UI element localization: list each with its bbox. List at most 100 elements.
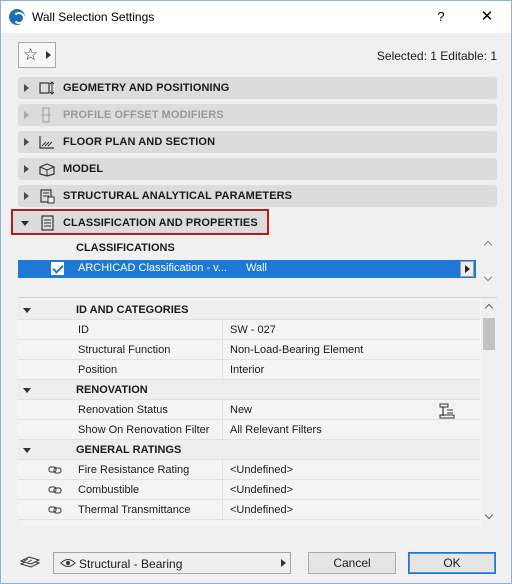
- section-label: FLOOR PLAN AND SECTION: [63, 136, 216, 148]
- link-icon: [48, 466, 62, 474]
- property-value[interactable]: Non-Load-Bearing Element: [230, 344, 363, 356]
- column-separator: [222, 340, 223, 360]
- cancel-button[interactable]: Cancel: [308, 552, 396, 574]
- favorites-button[interactable]: ☆: [18, 42, 56, 68]
- geometry-icon: [39, 81, 55, 95]
- section-profile-offset-modifiers[interactable]: PROFILE OFFSET MODIFIERS: [18, 104, 497, 126]
- property-row[interactable]: Thermal Transmittance <Undefined>: [18, 500, 480, 520]
- classifications-scrollbar[interactable]: [482, 240, 494, 284]
- classification-icon: [41, 215, 54, 231]
- column-separator: [222, 460, 223, 480]
- profile-offset-icon: [41, 107, 51, 123]
- link-icon: [48, 486, 62, 494]
- section-label: GEOMETRY AND POSITIONING: [63, 82, 230, 94]
- section-structural-analytical-parameters[interactable]: STRUCTURAL ANALYTICAL PARAMETERS: [18, 185, 497, 207]
- group-label: GENERAL RATINGS: [76, 444, 182, 456]
- chevron-right-icon: [24, 165, 29, 173]
- star-icon: ☆: [23, 45, 39, 64]
- chevron-right-icon: [24, 111, 29, 119]
- property-name: ID: [78, 324, 89, 336]
- column-separator: [222, 500, 223, 520]
- property-name: Structural Function: [78, 344, 171, 356]
- property-row[interactable]: Renovation Status New: [18, 400, 480, 420]
- chevron-right-icon: [24, 192, 29, 200]
- section-label: CLASSIFICATION AND PROPERTIES: [63, 217, 258, 229]
- section-floor-plan-and-section[interactable]: FLOOR PLAN AND SECTION: [18, 131, 497, 153]
- section-label: STRUCTURAL ANALYTICAL PARAMETERS: [63, 190, 293, 202]
- selection-count: Selected: 1 Editable: 1: [376, 49, 497, 63]
- property-name: Combustible: [78, 484, 140, 496]
- chevron-down-icon: [23, 448, 31, 453]
- property-value[interactable]: New: [230, 404, 252, 416]
- eye-icon: [60, 559, 76, 567]
- section-classification-and-properties[interactable]: CLASSIFICATION AND PROPERTIES: [11, 209, 269, 235]
- section-label: PROFILE OFFSET MODIFIERS: [63, 109, 224, 121]
- column-separator: [222, 480, 223, 500]
- chevron-down-icon: [23, 388, 31, 393]
- properties-scrollbar[interactable]: [481, 298, 497, 527]
- renovation-tool-icon[interactable]: [438, 403, 456, 419]
- group-label: RENOVATION: [76, 384, 148, 396]
- property-row[interactable]: ID SW - 027: [18, 320, 480, 340]
- classification-value: Wall: [246, 262, 267, 274]
- chevron-right-icon: [24, 84, 29, 92]
- group-general-ratings[interactable]: GENERAL RATINGS: [18, 440, 480, 460]
- classification-checkbox[interactable]: [51, 262, 64, 275]
- archicad-app-icon: [9, 9, 25, 25]
- close-button[interactable]: ✕: [475, 6, 499, 28]
- property-value[interactable]: All Relevant Filters: [230, 424, 322, 436]
- property-row[interactable]: Show On Renovation Filter All Relevant F…: [18, 420, 480, 440]
- dialog-footer: Structural - Bearing Cancel OK: [1, 541, 511, 584]
- classification-row[interactable]: ARCHICAD Classification - v... Wall: [18, 260, 476, 278]
- property-value[interactable]: <Undefined>: [230, 464, 293, 476]
- classification-system: ARCHICAD Classification - v...: [78, 262, 227, 274]
- section-geometry-and-positioning[interactable]: GEOMETRY AND POSITIONING: [18, 77, 497, 99]
- layer-icon: [19, 556, 41, 568]
- classifications-panel: CLASSIFICATIONS ARCHICAD Classification …: [18, 238, 497, 286]
- section-model[interactable]: MODEL: [18, 158, 497, 180]
- chevron-down-icon[interactable]: [483, 272, 493, 282]
- column-separator: [222, 420, 223, 440]
- window-title: Wall Selection Settings: [32, 10, 155, 24]
- property-name: Fire Resistance Rating: [78, 464, 190, 476]
- dialog-window: Wall Selection Settings ? ✕ ☆ Selected: …: [0, 0, 512, 584]
- property-name: Renovation Status: [78, 404, 168, 416]
- classifications-header: CLASSIFICATIONS: [76, 242, 175, 254]
- link-icon: [48, 506, 62, 514]
- scrollbar-thumb[interactable]: [483, 318, 495, 350]
- group-label: ID AND CATEGORIES: [76, 304, 189, 316]
- property-row[interactable]: Fire Resistance Rating <Undefined>: [18, 460, 480, 480]
- help-button[interactable]: ?: [429, 6, 453, 28]
- property-name: Thermal Transmittance: [78, 504, 191, 516]
- ok-button[interactable]: OK: [408, 552, 496, 574]
- property-name: Position: [78, 364, 118, 376]
- property-value[interactable]: SW - 027: [230, 324, 276, 336]
- property-row[interactable]: Structural Function Non-Load-Bearing Ele…: [18, 340, 480, 360]
- chevron-up-icon[interactable]: [483, 240, 493, 250]
- column-separator: [222, 400, 223, 420]
- chevron-down-icon: [21, 221, 29, 226]
- properties-panel: ID AND CATEGORIES ID SW - 027 Structural…: [18, 297, 497, 527]
- title-bar: Wall Selection Settings ? ✕: [1, 1, 511, 33]
- layer-dropdown[interactable]: Structural - Bearing: [53, 552, 291, 574]
- section-label: MODEL: [63, 163, 104, 175]
- property-row[interactable]: Position Interior: [18, 360, 480, 380]
- group-renovation[interactable]: RENOVATION: [18, 380, 480, 400]
- chevron-up-icon[interactable]: [484, 303, 494, 313]
- property-value[interactable]: Interior: [230, 364, 264, 376]
- floor-plan-icon: [39, 136, 54, 149]
- classification-dropdown-button[interactable]: [460, 261, 474, 277]
- property-value[interactable]: <Undefined>: [230, 484, 293, 496]
- column-separator: [222, 320, 223, 340]
- structural-analytical-icon: [40, 189, 55, 204]
- layer-dropdown-value: Structural - Bearing: [79, 557, 183, 571]
- chevron-right-icon: [281, 559, 286, 567]
- property-value[interactable]: <Undefined>: [230, 504, 293, 516]
- property-row[interactable]: Combustible <Undefined>: [18, 480, 480, 500]
- chevron-right-icon: [46, 51, 51, 59]
- chevron-down-icon[interactable]: [484, 510, 494, 520]
- chevron-right-icon: [24, 138, 29, 146]
- model-icon: [39, 163, 55, 177]
- group-id-and-categories[interactable]: ID AND CATEGORIES: [18, 300, 480, 320]
- column-separator: [222, 360, 223, 380]
